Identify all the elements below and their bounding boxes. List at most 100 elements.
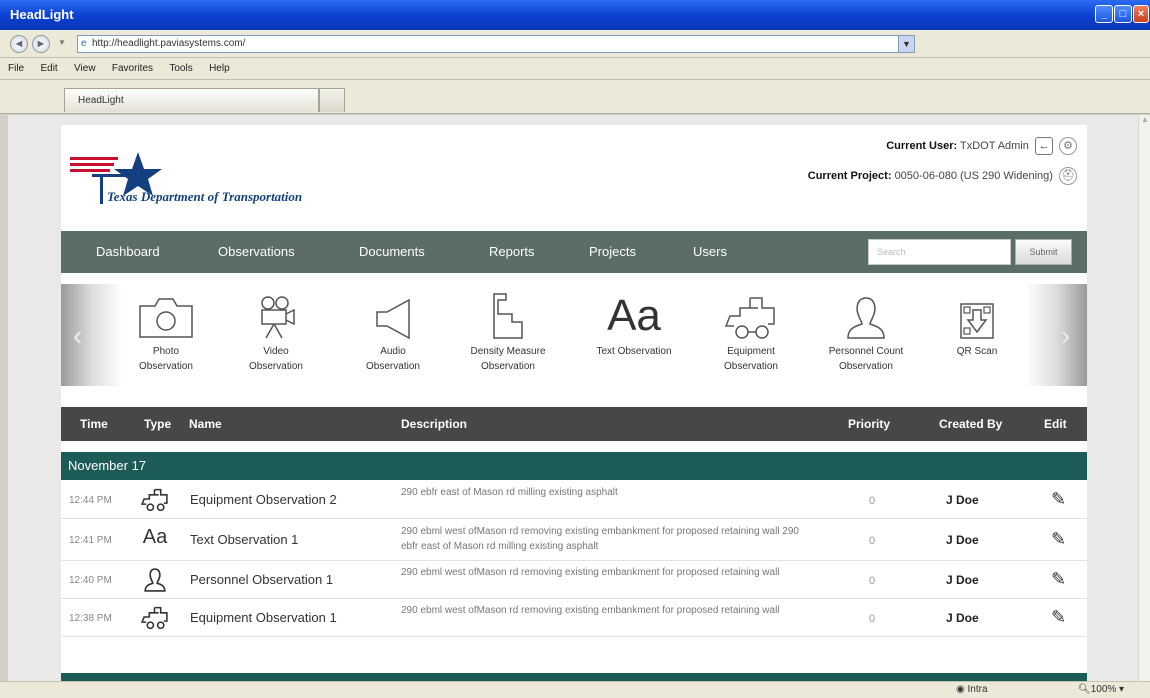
carousel-next-icon[interactable]: › xyxy=(1061,320,1070,352)
table-row[interactable]: 12:44 PM Equipment Observation 2 290 ebf… xyxy=(61,481,1087,519)
app-page: Texas Department of Transportation Curre… xyxy=(61,125,1087,681)
text-aa-icon: Aa xyxy=(607,291,661,340)
nav-projects[interactable]: Projects xyxy=(589,244,636,259)
menu-edit[interactable]: Edit xyxy=(32,58,62,74)
nav-documents[interactable]: Documents xyxy=(359,244,425,259)
obs-type-density[interactable]: Density Measure Observation xyxy=(458,290,558,374)
row-priority: 0 xyxy=(869,575,876,587)
address-input[interactable]: e http://headlight.paviasystems.com/ ▼ xyxy=(77,35,915,53)
zone-label: Intra xyxy=(967,684,988,695)
nav-users[interactable]: Users xyxy=(693,244,727,259)
window-titlebar: HeadLight _ □ × xyxy=(0,0,1150,30)
forward-icon[interactable]: ► xyxy=(32,35,50,53)
hardhat-icon[interactable]: ⛑ xyxy=(1059,167,1077,186)
current-user-value: TxDOT Admin xyxy=(960,140,1029,152)
row-created-by: J Doe xyxy=(946,493,979,507)
logout-icon[interactable]: ← xyxy=(1034,137,1053,156)
row-description: 290 ebml west ofMason rd removing existi… xyxy=(401,526,799,552)
search-input[interactable]: Search xyxy=(868,239,1011,265)
current-project-value: 0050-06-080 (US 290 Widening) xyxy=(894,170,1053,182)
obs-type-equipment[interactable]: Equipment Observation xyxy=(701,290,801,374)
edit-icon[interactable]: ✎ xyxy=(1051,489,1066,510)
obs-type-photo[interactable]: Photo Observation xyxy=(116,290,216,374)
menu-view[interactable]: View xyxy=(66,58,101,74)
nav-observations[interactable]: Observations xyxy=(218,244,295,259)
col-name[interactable]: Name xyxy=(189,417,222,431)
row-created-by: J Doe xyxy=(946,611,979,625)
menu-bar: File Edit View Favorites Tools Help xyxy=(0,58,1150,80)
row-description: 290 ebfr east of Mason rd milling existi… xyxy=(401,487,618,498)
table-row[interactable]: 12:40 PM Personnel Observation 1 290 ebm… xyxy=(61,561,1087,599)
col-time[interactable]: Time xyxy=(80,417,108,431)
row-name[interactable]: Text Observation 1 xyxy=(190,532,298,547)
col-priority[interactable]: Priority xyxy=(848,417,890,431)
obs-type-line2: Observation xyxy=(481,361,535,372)
table-row[interactable]: 12:41 PM Aa Text Observation 1 290 ebml … xyxy=(61,519,1087,561)
address-dropdown-icon[interactable]: ▼ xyxy=(898,36,914,52)
obs-type-line2: Observation xyxy=(139,361,193,372)
security-zone: ◉ Intra xyxy=(956,684,988,695)
scroll-up-icon[interactable]: ▲ xyxy=(1139,115,1150,129)
table-row[interactable]: 12:38 PM Equipment Observation 1 290 ebm… xyxy=(61,599,1087,637)
settings-gear-icon[interactable]: ⚙ xyxy=(1059,137,1077,156)
person-icon xyxy=(847,297,885,339)
menu-tools[interactable]: Tools xyxy=(161,58,197,74)
tab-bar: HeadLight xyxy=(0,80,1150,114)
row-time: 12:38 PM xyxy=(69,613,112,624)
obs-type-audio[interactable]: Audio Observation xyxy=(343,290,443,374)
minimize-icon[interactable]: _ xyxy=(1095,5,1113,23)
vertical-scrollbar[interactable]: ▲ xyxy=(1138,115,1150,681)
col-description[interactable]: Description xyxy=(401,417,467,431)
status-bar: ◉ Intra 🔍︎100% ▾ xyxy=(0,681,1150,698)
obs-type-line2: Observation xyxy=(249,361,303,372)
address-toolbar: ◄ ► ▼ e http://headlight.paviasystems.co… xyxy=(0,30,1150,58)
row-priority: 0 xyxy=(869,613,876,625)
obs-type-line1: Density Measure xyxy=(470,346,546,357)
org-name: Texas Department of Transportation xyxy=(107,189,303,204)
obs-type-line1: Equipment xyxy=(727,346,775,357)
excavator-icon xyxy=(724,297,775,339)
menu-help[interactable]: Help xyxy=(201,58,235,74)
qr-scan-icon xyxy=(960,303,994,339)
col-created-by[interactable]: Created By xyxy=(939,417,1002,431)
obs-type-line1: Text Observation xyxy=(596,346,672,357)
row-priority: 0 xyxy=(869,495,876,507)
close-icon[interactable]: × xyxy=(1133,5,1149,23)
maximize-icon[interactable]: □ xyxy=(1114,5,1132,23)
obs-type-line2: Observation xyxy=(839,361,893,372)
next-group-header xyxy=(61,673,1087,681)
submit-button[interactable]: Submit xyxy=(1015,239,1072,265)
main-nav: Dashboard Observations Documents Reports… xyxy=(61,231,1087,273)
nav-dashboard[interactable]: Dashboard xyxy=(96,244,160,259)
edit-icon[interactable]: ✎ xyxy=(1051,529,1066,550)
window-title: HeadLight xyxy=(10,7,74,22)
row-name[interactable]: Personnel Observation 1 xyxy=(190,572,333,587)
carousel-prev-icon[interactable]: ‹ xyxy=(73,320,82,352)
nav-reports[interactable]: Reports xyxy=(489,244,535,259)
row-time: 12:41 PM xyxy=(69,535,112,546)
video-camera-icon xyxy=(261,296,295,339)
tab-headlight[interactable]: HeadLight xyxy=(64,88,319,112)
history-dropdown-icon[interactable]: ▼ xyxy=(58,38,66,47)
col-type[interactable]: Type xyxy=(144,417,171,431)
obs-type-qr[interactable]: QR Scan xyxy=(927,290,1027,359)
row-name[interactable]: Equipment Observation 2 xyxy=(190,492,337,507)
edit-icon[interactable]: ✎ xyxy=(1051,569,1066,590)
new-tab-button[interactable] xyxy=(319,88,345,112)
menu-favorites[interactable]: Favorites xyxy=(104,58,158,74)
observations-table-header: Time Type Name Description Priority Crea… xyxy=(61,407,1087,441)
obs-type-text[interactable]: Aa Text Observation xyxy=(574,290,694,359)
page-viewport: Texas Department of Transportation Curre… xyxy=(8,115,1138,681)
edit-icon[interactable]: ✎ xyxy=(1051,607,1066,628)
globe-icon: ◉ xyxy=(956,684,968,695)
back-icon[interactable]: ◄ xyxy=(10,35,28,53)
obs-type-line1: Photo xyxy=(152,346,180,357)
zoom-icon: 🔍︎ xyxy=(1078,684,1091,695)
menu-file[interactable]: File xyxy=(0,58,29,74)
page-icon: e xyxy=(81,38,87,49)
person-icon xyxy=(135,567,175,596)
zoom-level[interactable]: 🔍︎100% ▾ xyxy=(1078,684,1124,695)
obs-type-personnel[interactable]: Personnel Count Observation xyxy=(816,290,916,374)
obs-type-video[interactable]: Video Observation xyxy=(226,290,326,374)
row-name[interactable]: Equipment Observation 1 xyxy=(190,610,337,625)
